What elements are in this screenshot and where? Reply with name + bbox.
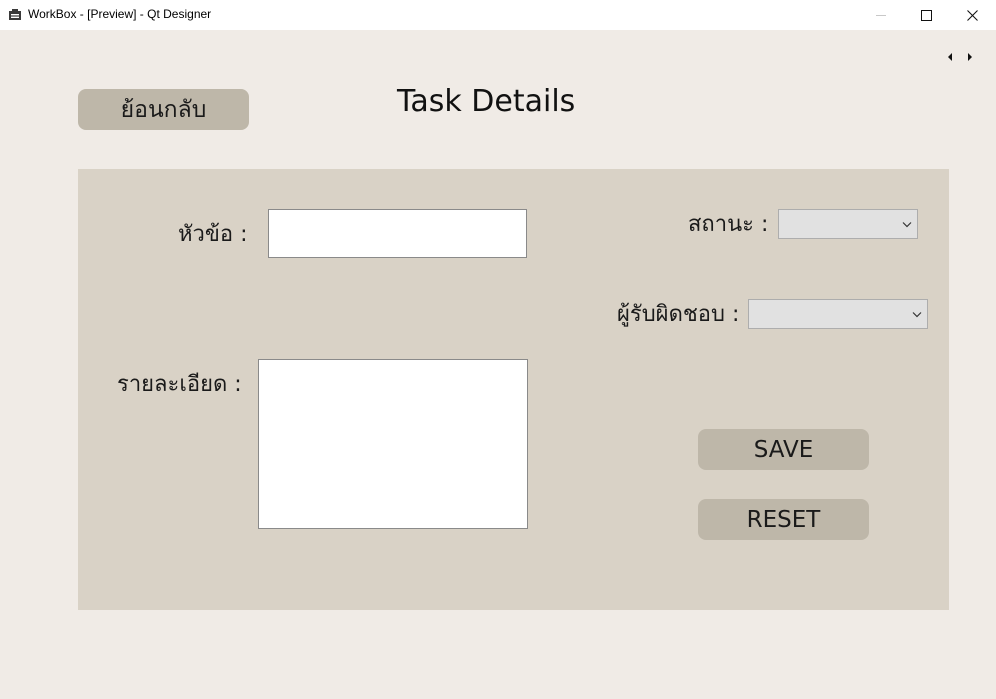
minimize-button[interactable] <box>858 0 904 30</box>
page-title: Task Details <box>397 84 576 119</box>
maximize-button[interactable] <box>903 0 949 30</box>
detail-label: รายละเอียด : <box>117 372 242 397</box>
topic-label: หัวข้อ : <box>178 222 248 247</box>
arrow-right-icon[interactable] <box>966 52 974 62</box>
back-button[interactable]: ย้อนกลับ <box>78 89 249 130</box>
reset-button[interactable]: RESET <box>698 499 869 540</box>
detail-textarea[interactable] <box>258 359 528 529</box>
status-combobox[interactable] <box>778 209 918 239</box>
minimize-icon <box>876 15 886 16</box>
chevron-down-icon <box>902 222 912 228</box>
maximize-icon <box>920 9 932 21</box>
qt-designer-icon <box>9 9 21 20</box>
owner-combobox[interactable] <box>748 299 928 329</box>
topic-input[interactable] <box>268 209 527 258</box>
chevron-down-icon <box>912 312 922 318</box>
scroll-arrows <box>946 51 974 63</box>
close-icon <box>966 9 978 21</box>
close-button[interactable] <box>949 0 995 30</box>
owner-label: ผู้รับผิดชอบ : <box>617 302 740 327</box>
arrow-left-icon[interactable] <box>946 52 954 62</box>
window-title: WorkBox - [Preview] - Qt Designer <box>28 7 212 21</box>
status-label: สถานะ : <box>688 212 769 237</box>
window-titlebar: WorkBox - [Preview] - Qt Designer <box>0 0 996 30</box>
save-button[interactable]: SAVE <box>698 429 869 470</box>
